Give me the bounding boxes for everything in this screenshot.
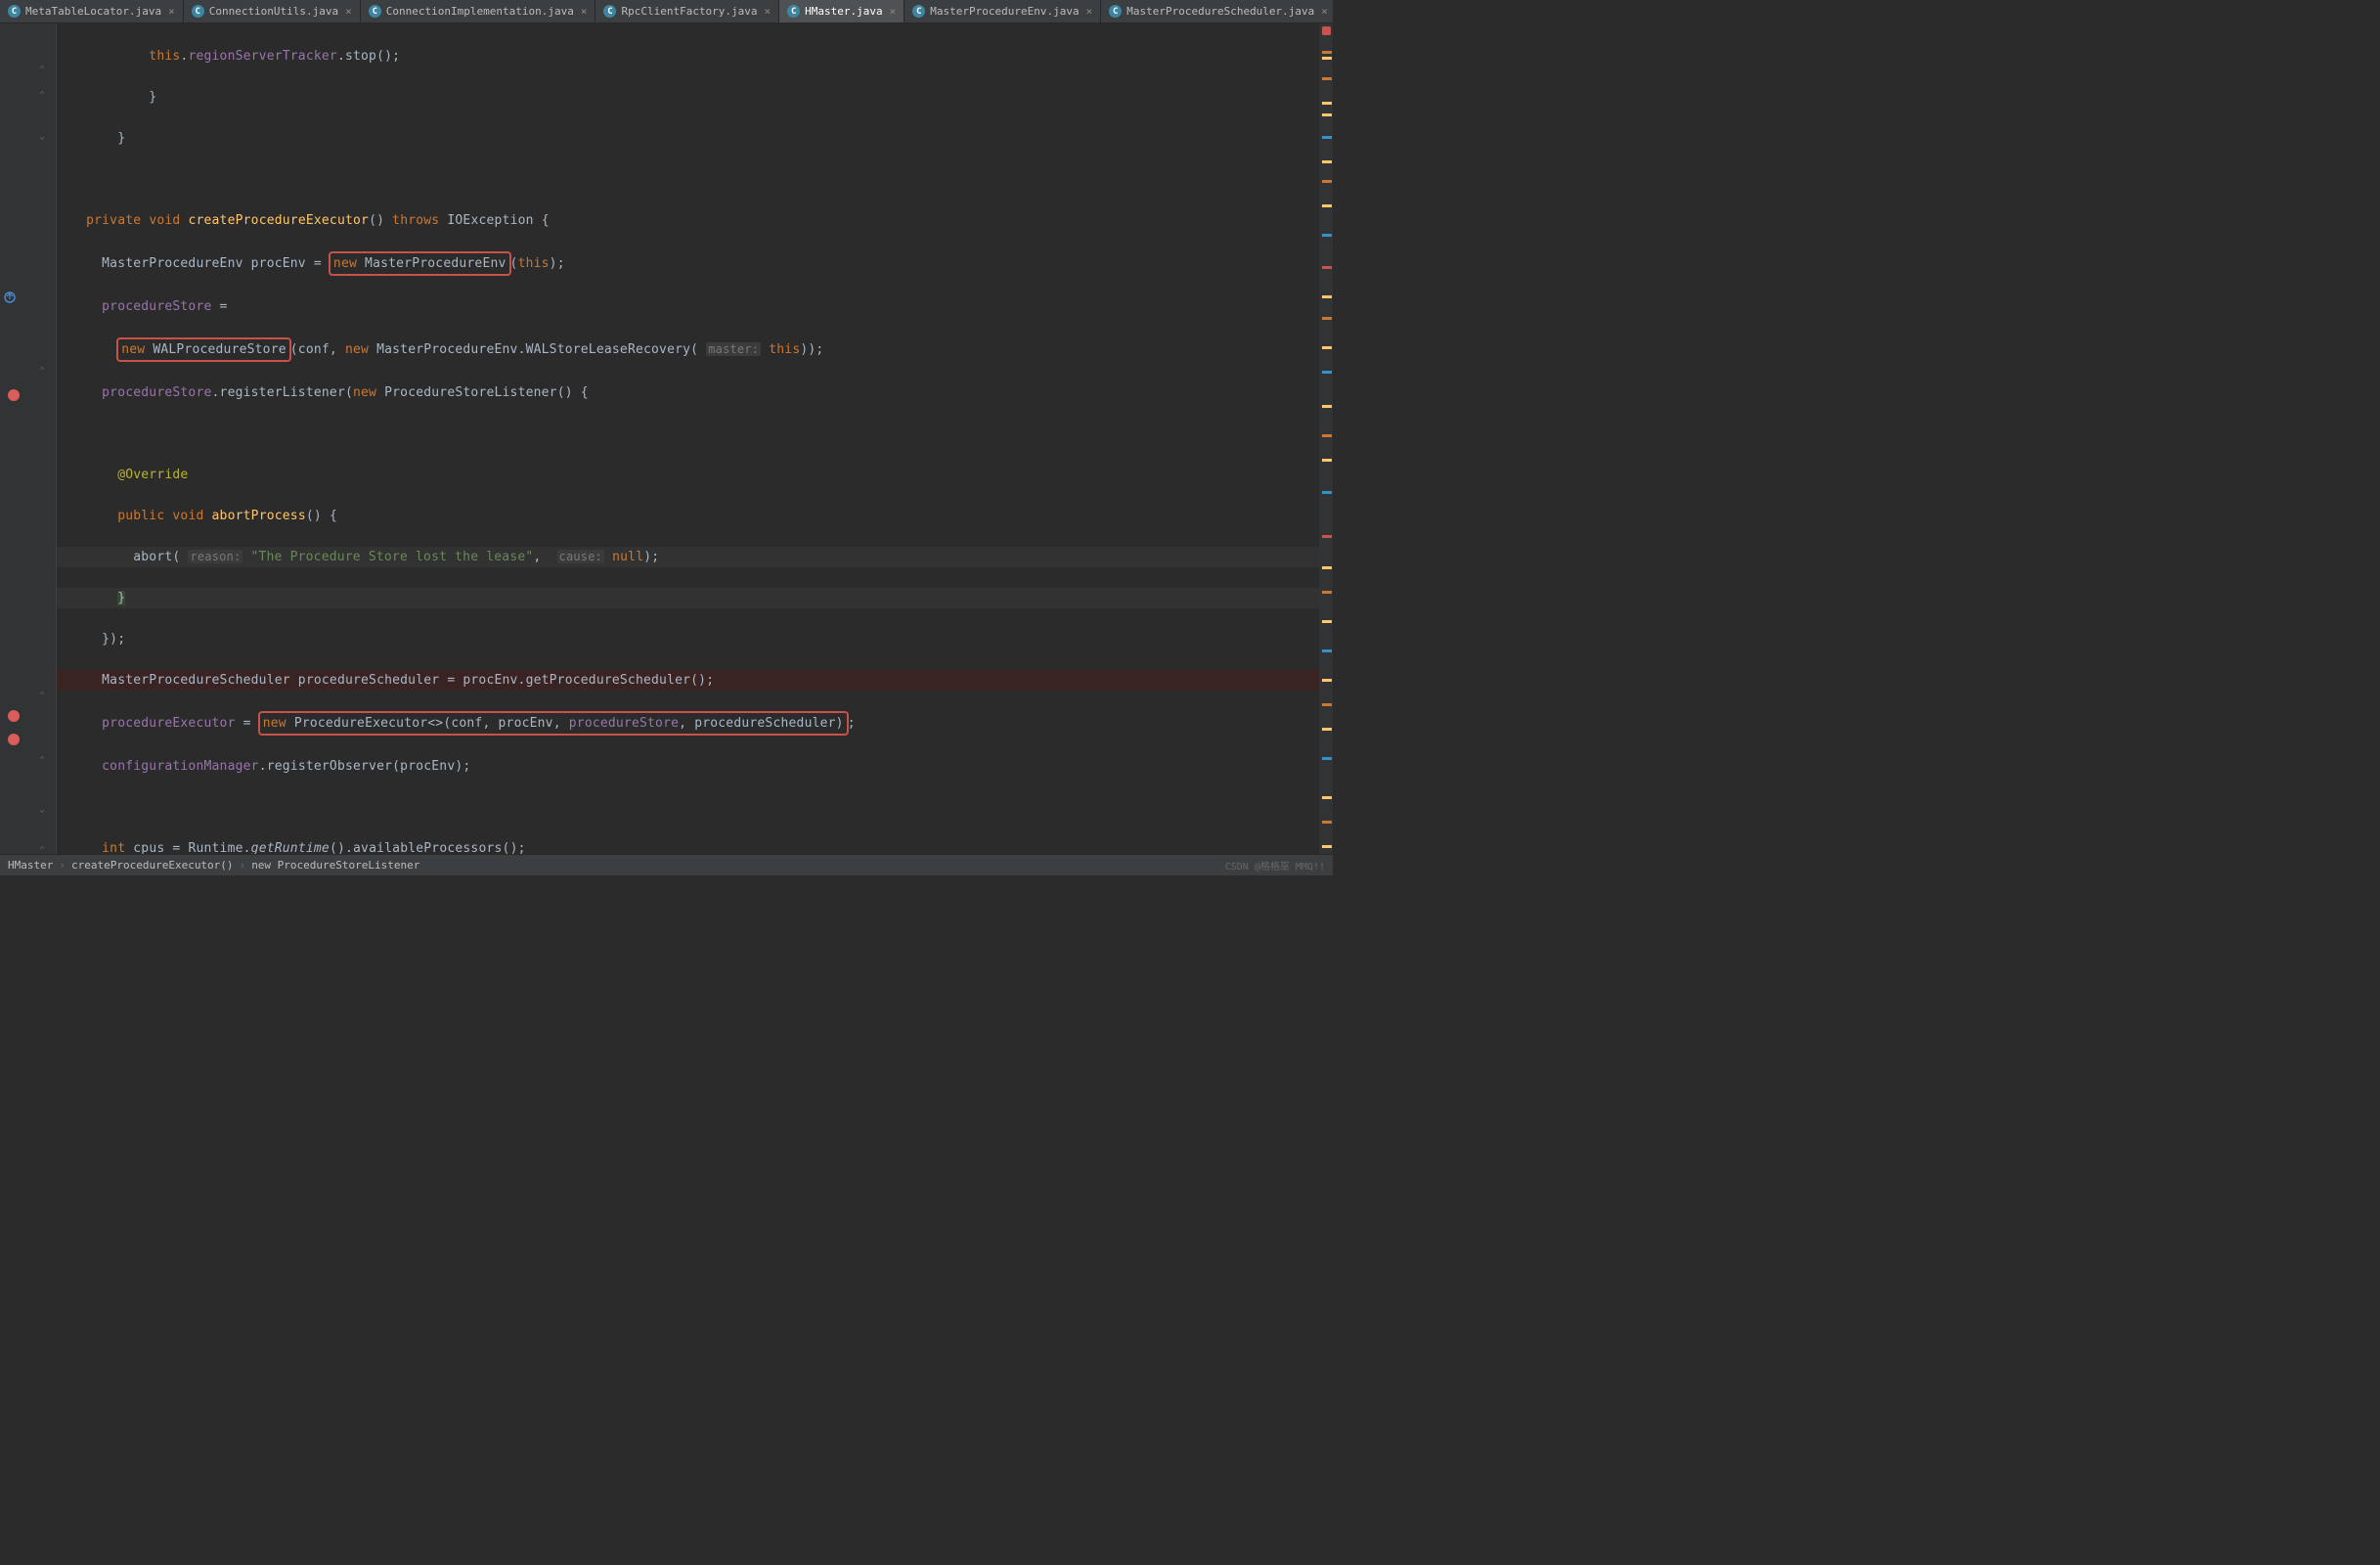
tab-label: MetaTableLocator.java [25,5,161,18]
marker-warning[interactable] [1322,703,1332,706]
marker-warning[interactable] [1322,845,1332,848]
marker-warning[interactable] [1322,295,1332,298]
java-class-icon: C [369,5,381,18]
fold-start-icon[interactable]: ⌄ [39,131,45,142]
close-icon[interactable]: × [581,5,588,18]
marker-warning[interactable] [1322,204,1332,207]
breakpoint-icon[interactable] [8,389,20,401]
marker-info[interactable] [1322,757,1332,760]
override-marker-icon[interactable] [3,291,17,307]
marker-warning[interactable] [1322,796,1332,799]
marker-warning[interactable] [1322,459,1332,462]
tab-label: MasterProcedureEnv.java [930,5,1079,18]
fold-start-icon[interactable]: ⌄ [39,804,45,815]
tab-connectionutils[interactable]: C ConnectionUtils.java × [184,0,361,22]
chevron-right-icon: › [240,859,246,872]
fold-end-icon[interactable]: ⌃ [39,691,45,701]
fold-gutter[interactable]: ⌃ ⌃ ⌄ ⌃ ⌃ ⌃ ⌄ ⌃ [29,23,57,854]
java-class-icon: C [192,5,204,18]
tab-label: RpcClientFactory.java [621,5,757,18]
tab-hmaster[interactable]: C HMaster.java × [779,0,904,22]
tab-metatablelocator[interactable]: C MetaTableLocator.java × [0,0,184,22]
tab-masterprocedureenv[interactable]: C MasterProcedureEnv.java × [904,0,1101,22]
breadcrumb-item[interactable]: createProcedureExecutor() [71,859,234,872]
close-icon[interactable]: × [890,5,897,18]
marker-warning[interactable] [1322,160,1332,163]
marker-info[interactable] [1322,371,1332,374]
marker-warning[interactable] [1322,728,1332,731]
breadcrumb-item[interactable]: HMaster [8,859,53,872]
fold-end-icon[interactable]: ⌃ [39,366,45,377]
error-stripe[interactable] [1319,23,1333,854]
java-class-icon: C [1109,5,1122,18]
breakpoint-gutter[interactable] [0,23,29,854]
tab-label: HMaster.java [805,5,882,18]
java-class-icon: C [787,5,800,18]
breakpoint-icon[interactable] [8,710,20,722]
tab-masterprocedurescheduler[interactable]: C MasterProcedureScheduler.java × [1101,0,1333,22]
marker-warning[interactable] [1322,77,1332,80]
close-icon[interactable]: × [765,5,771,18]
marker-info[interactable] [1322,234,1332,237]
chevron-right-icon: › [59,859,66,872]
editor-tab-bar: C MetaTableLocator.java × C ConnectionUtils… [0,0,1333,23]
marker-error[interactable] [1322,535,1332,538]
java-class-icon: C [603,5,616,18]
marker-warning[interactable] [1322,113,1332,116]
fold-end-icon[interactable]: ⌃ [39,65,45,75]
marker-warning[interactable] [1322,620,1332,623]
tab-rpcclientfactory[interactable]: C RpcClientFactory.java × [595,0,779,22]
tab-label: ConnectionUtils.java [209,5,338,18]
java-class-icon: C [912,5,925,18]
marker-warning[interactable] [1322,102,1332,105]
marker-warning[interactable] [1322,346,1332,349]
fold-end-icon[interactable]: ⌃ [39,845,45,856]
marker-warning[interactable] [1322,434,1332,437]
marker-warning[interactable] [1322,591,1332,594]
tab-connectionimplementation[interactable]: C ConnectionImplementation.java × [361,0,596,22]
watermark-text: CSDN @格格巫 MMQ!! [1225,858,1325,872]
marker-warning[interactable] [1322,317,1332,320]
marker-warning[interactable] [1322,679,1332,682]
marker-warning[interactable] [1322,405,1332,408]
editor: ⌃ ⌃ ⌄ ⌃ ⌃ ⌃ ⌄ ⌃ this.regionServerTracker… [0,23,1333,854]
marker-info[interactable] [1322,649,1332,652]
close-icon[interactable]: × [1086,5,1093,18]
marker-info[interactable] [1322,136,1332,139]
fold-end-icon[interactable]: ⌃ [39,755,45,766]
breakpoint-icon[interactable] [8,734,20,745]
marker-warning[interactable] [1322,57,1332,60]
code-text-area[interactable]: this.regionServerTracker.stop(); } } pri… [57,23,1319,854]
marker-info[interactable] [1322,491,1332,494]
marker-error[interactable] [1322,266,1332,269]
close-icon[interactable]: × [168,5,175,18]
close-icon[interactable]: × [345,5,352,18]
tab-label: MasterProcedureScheduler.java [1126,5,1314,18]
breadcrumb-item[interactable]: new ProcedureStoreListener [251,859,419,872]
marker-warning[interactable] [1322,180,1332,183]
marker-warning[interactable] [1322,821,1332,824]
fold-end-icon[interactable]: ⌃ [39,90,45,101]
java-class-icon: C [8,5,21,18]
analysis-error-icon[interactable] [1322,26,1331,35]
close-icon[interactable]: × [1321,5,1328,18]
marker-warning[interactable] [1322,566,1332,569]
tab-label: ConnectionImplementation.java [386,5,574,18]
breadcrumb-bar: HMaster › createProcedureExecutor() › ne… [0,854,1333,875]
marker-warning[interactable] [1322,51,1332,54]
